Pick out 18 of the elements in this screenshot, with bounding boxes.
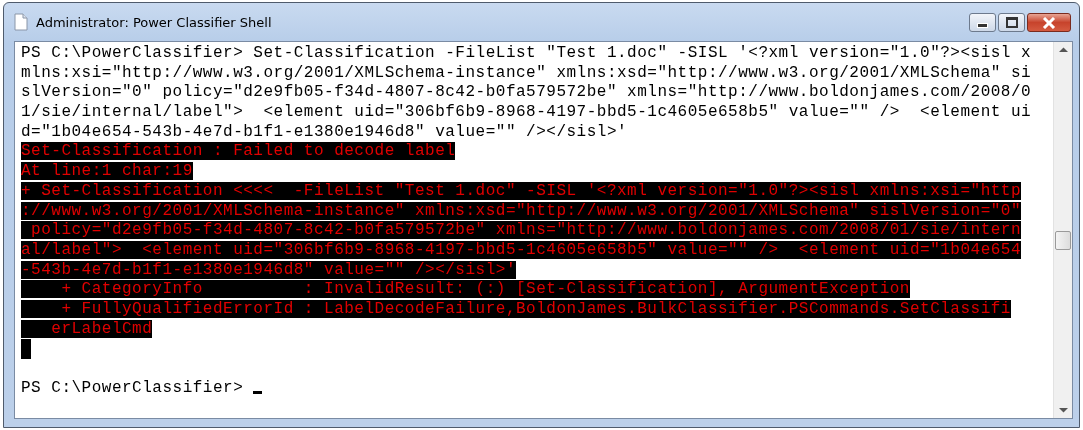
prompt-text: PS C:\PowerClassifier> [21,378,245,397]
console-line: slVersion="0" policy="d2e9fb05-f34d-4807-8c42-b0fa579572be" xmlns="http://www.boldonjames.com/2008/0 [21,83,1032,102]
document-icon [14,13,28,31]
text-cursor [253,390,263,394]
close-button[interactable] [1027,13,1071,32]
error-highlight [21,339,31,359]
console-line: d="1b04e654-543b-4e7d-b1f1-e1380e1946d8" value="" /></sisl>' [21,122,628,141]
vertical-scrollbar[interactable] [1053,42,1072,418]
scroll-thumb[interactable] [1055,230,1071,250]
window-title: Administrator: Power Classifier Shell [36,14,272,30]
close-icon [1042,16,1056,29]
maximize-button[interactable] [998,13,1025,32]
console-line: 1/sie/internal/label"> <element uid="306bf6b9-8968-4197-bbd5-1c4605e658b5" value="" /> <element ui [21,103,1032,122]
console-line: mlns:xsi="http://www.w3.org/2001/XMLSchema-instance" xmlns:xsd="http://www.w3.org/2001/XMLSchema" si [21,63,1032,82]
console-line: PS C:\PowerClassifier> Set-Classification -FileList "Test 1.doc" -SISL '<?xml version="1.0"?><sisl x [21,44,1032,62]
minimize-button[interactable] [969,13,996,32]
scroll-down-icon[interactable] [1058,407,1068,413]
scroll-up-icon[interactable] [1058,47,1068,53]
